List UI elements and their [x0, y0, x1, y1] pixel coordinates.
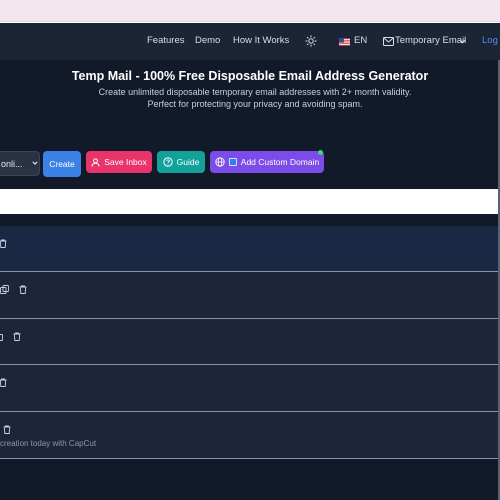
create-button-label: Create	[49, 159, 75, 169]
nav-how-it-works[interactable]: How It Works	[233, 35, 289, 46]
mail-icon	[383, 37, 394, 46]
copy-icon[interactable]	[0, 332, 5, 341]
add-custom-domain-label: Add Custom Domain	[240, 157, 320, 167]
navbar: Features Demo How It Works EN Temporary …	[0, 23, 500, 60]
list-item[interactable]	[0, 272, 500, 319]
trash-icon[interactable]	[19, 285, 27, 294]
create-button[interactable]: Create	[43, 151, 81, 177]
guide-button[interactable]: Guide	[157, 151, 205, 173]
list-item-preview: creation today with CapCut	[0, 439, 97, 448]
chevron-down-icon	[32, 161, 38, 166]
browser-top-strip	[0, 0, 500, 22]
list-item[interactable]	[0, 365, 500, 412]
temporary-email-menu[interactable]: Temporary Email	[395, 35, 466, 46]
page-title: Temp Mail - 100% Free Disposable Email A…	[71, 69, 429, 83]
trash-icon[interactable]	[13, 332, 21, 341]
status-dot	[318, 150, 323, 155]
us-flag-icon	[339, 38, 350, 46]
domain-badge-icon	[228, 158, 237, 166]
trash-icon[interactable]	[3, 425, 11, 434]
trash-icon[interactable]	[0, 378, 7, 387]
list-item[interactable]	[0, 412, 500, 459]
nav-demo[interactable]: Demo	[195, 35, 220, 46]
chevron-down-icon	[459, 39, 466, 44]
add-custom-domain-button[interactable]: Add Custom Domain	[210, 151, 324, 173]
copy-icon[interactable]	[0, 285, 9, 294]
language-label[interactable]: EN	[354, 35, 367, 46]
guide-label: Guide	[176, 157, 200, 167]
globe-icon	[215, 157, 225, 167]
trash-icon[interactable]	[0, 239, 7, 248]
nav-features[interactable]: Features	[147, 35, 185, 46]
save-inbox-button[interactable]: Save Inbox	[86, 151, 152, 173]
user-icon	[91, 157, 100, 167]
list-item[interactable]	[0, 319, 500, 365]
sun-icon[interactable]	[305, 35, 317, 47]
list-item[interactable]	[0, 226, 500, 272]
page-subtitle: Create unlimited disposable temporary em…	[98, 87, 412, 109]
email-address-field[interactable]	[0, 189, 500, 214]
question-circle-icon	[162, 157, 173, 167]
login-link[interactable]: Log	[482, 35, 498, 46]
save-inbox-label: Save Inbox	[104, 157, 147, 167]
